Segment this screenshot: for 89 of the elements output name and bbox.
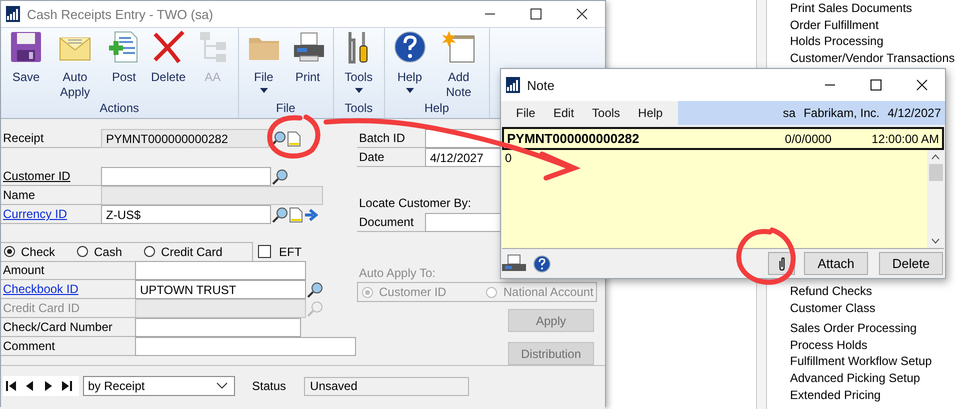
navigation-link[interactable]: Holds Processing: [790, 33, 955, 50]
first-record-icon[interactable]: [5, 380, 19, 392]
ribbon-group-label: Tools: [344, 101, 373, 117]
radio-label: Check: [21, 244, 56, 258]
menu-item[interactable]: Help: [638, 106, 663, 120]
scrollbar-thumb[interactable]: [928, 164, 942, 181]
section-heading: Auto Apply To:: [358, 266, 436, 282]
note-time: 12:00:00 AM: [872, 132, 939, 146]
help-icon[interactable]: [533, 254, 551, 272]
menu-item[interactable]: Tools: [592, 106, 620, 120]
menu-item[interactable]: Edit: [553, 106, 574, 120]
action-button: Apply: [508, 309, 594, 332]
lookup-icon[interactable]: [272, 168, 288, 184]
radio-button[interactable]: [4, 246, 15, 257]
radio-button[interactable]: [144, 246, 156, 257]
note-star-icon: [442, 30, 476, 64]
text-field[interactable]: [101, 167, 271, 186]
chevron-down-icon: [216, 382, 228, 390]
printer-icon[interactable]: [501, 254, 527, 274]
navigation-link[interactable]: Print Sales Documents: [790, 0, 955, 17]
radio-label: National Account: [503, 285, 594, 299]
text-field[interactable]: PYMNT000000000282: [101, 129, 269, 148]
caret-icon: [260, 88, 268, 93]
navigation-link[interactable]: Customer Class: [790, 300, 876, 316]
ribbon-group-label: Help: [424, 101, 450, 117]
radio-label: Cash: [94, 244, 122, 258]
company-name: Fabrikam, Inc.: [804, 106, 880, 120]
ribbon-button[interactable]: Delete: [148, 28, 189, 101]
last-record-icon[interactable]: [59, 380, 73, 392]
text-field[interactable]: Z-US$: [101, 205, 271, 224]
cross-icon: [151, 30, 186, 64]
text-field[interactable]: UPTOWN TRUST: [135, 280, 306, 299]
text-field[interactable]: [101, 186, 323, 205]
ribbon-button[interactable]: File: [244, 28, 284, 101]
caret-icon: [406, 88, 414, 93]
window-title: Note: [527, 78, 554, 92]
radio-label: Customer ID: [379, 285, 446, 299]
scroll-down-icon[interactable]: [931, 238, 940, 244]
section-heading: Locate Customer By:: [358, 195, 472, 212]
note-button[interactable]: Delete: [879, 252, 943, 275]
sort-dropdown[interactable]: by Receipt: [83, 376, 235, 396]
user-name: sa: [782, 106, 796, 120]
navigation-link[interactable]: Process Holds: [790, 336, 932, 354]
navigation-link[interactable]: Customer/Vendor Transactions: [790, 50, 955, 67]
navigation-link[interactable]: Advanced Picking Setup: [790, 370, 932, 387]
lookup-icon[interactable]: [307, 282, 323, 298]
radio-button[interactable]: [77, 246, 88, 257]
navigation-link[interactable]: Fulfillment Workflow Setup: [790, 353, 932, 370]
navigation-link[interactable]: Sales Order Processing: [790, 320, 932, 337]
lookup-icon[interactable]: [272, 206, 288, 222]
navigation-link[interactable]: Extended Pricing: [790, 386, 932, 404]
menu-item[interactable]: File: [516, 106, 536, 120]
user-date: 4/12/2027: [888, 106, 941, 120]
checkbox-label: EFT: [279, 244, 302, 258]
status-field: Unsaved: [304, 376, 470, 396]
app-icon: [505, 76, 521, 94]
ribbon-group-label: File: [276, 101, 296, 117]
ribbon-button[interactable]: Help: [390, 28, 430, 101]
note-date: 0/0/0000: [784, 132, 832, 146]
navigation-link[interactable]: Refund Checks: [790, 283, 876, 300]
note-record-id: PYMNT000000000282: [507, 131, 640, 146]
ribbon-button[interactable]: Auto Apply: [50, 28, 100, 101]
lookup-icon[interactable]: [270, 130, 286, 146]
radio-label: Credit Card: [161, 244, 222, 258]
action-button: Distribution: [508, 342, 594, 365]
app-icon: [5, 5, 21, 23]
ribbon-button[interactable]: Post: [104, 28, 144, 101]
paperclip-icon: [778, 256, 786, 270]
disabled-lookup-icon: [307, 300, 323, 316]
window-title: Cash Receipts Entry - TWO (sa): [27, 6, 214, 22]
navigation-link[interactable]: Order Fulfillment: [790, 16, 955, 34]
scroll-up-icon[interactable]: [931, 154, 940, 160]
ribbon-button[interactable]: Save: [6, 28, 46, 101]
note-button[interactable]: Attach: [804, 252, 868, 275]
ribbon-group-label: Actions: [100, 101, 140, 117]
text-field[interactable]: [135, 261, 306, 280]
caret-icon: [354, 88, 363, 93]
ribbon-button[interactable]: Add Note: [434, 28, 484, 101]
status-label: Status: [252, 379, 286, 393]
help-icon: [392, 30, 427, 64]
ribbon-button[interactable]: Print: [288, 28, 328, 101]
note-icon[interactable]: [289, 206, 303, 222]
note-text-field[interactable]: 0: [502, 150, 927, 248]
note-icon[interactable]: [287, 130, 301, 146]
text-field[interactable]: [135, 337, 356, 356]
ribbon-button[interactable]: Tools: [338, 28, 379, 101]
checkbox[interactable]: [258, 245, 271, 258]
arrow-icon[interactable]: [304, 206, 318, 222]
text-field[interactable]: [135, 318, 301, 337]
